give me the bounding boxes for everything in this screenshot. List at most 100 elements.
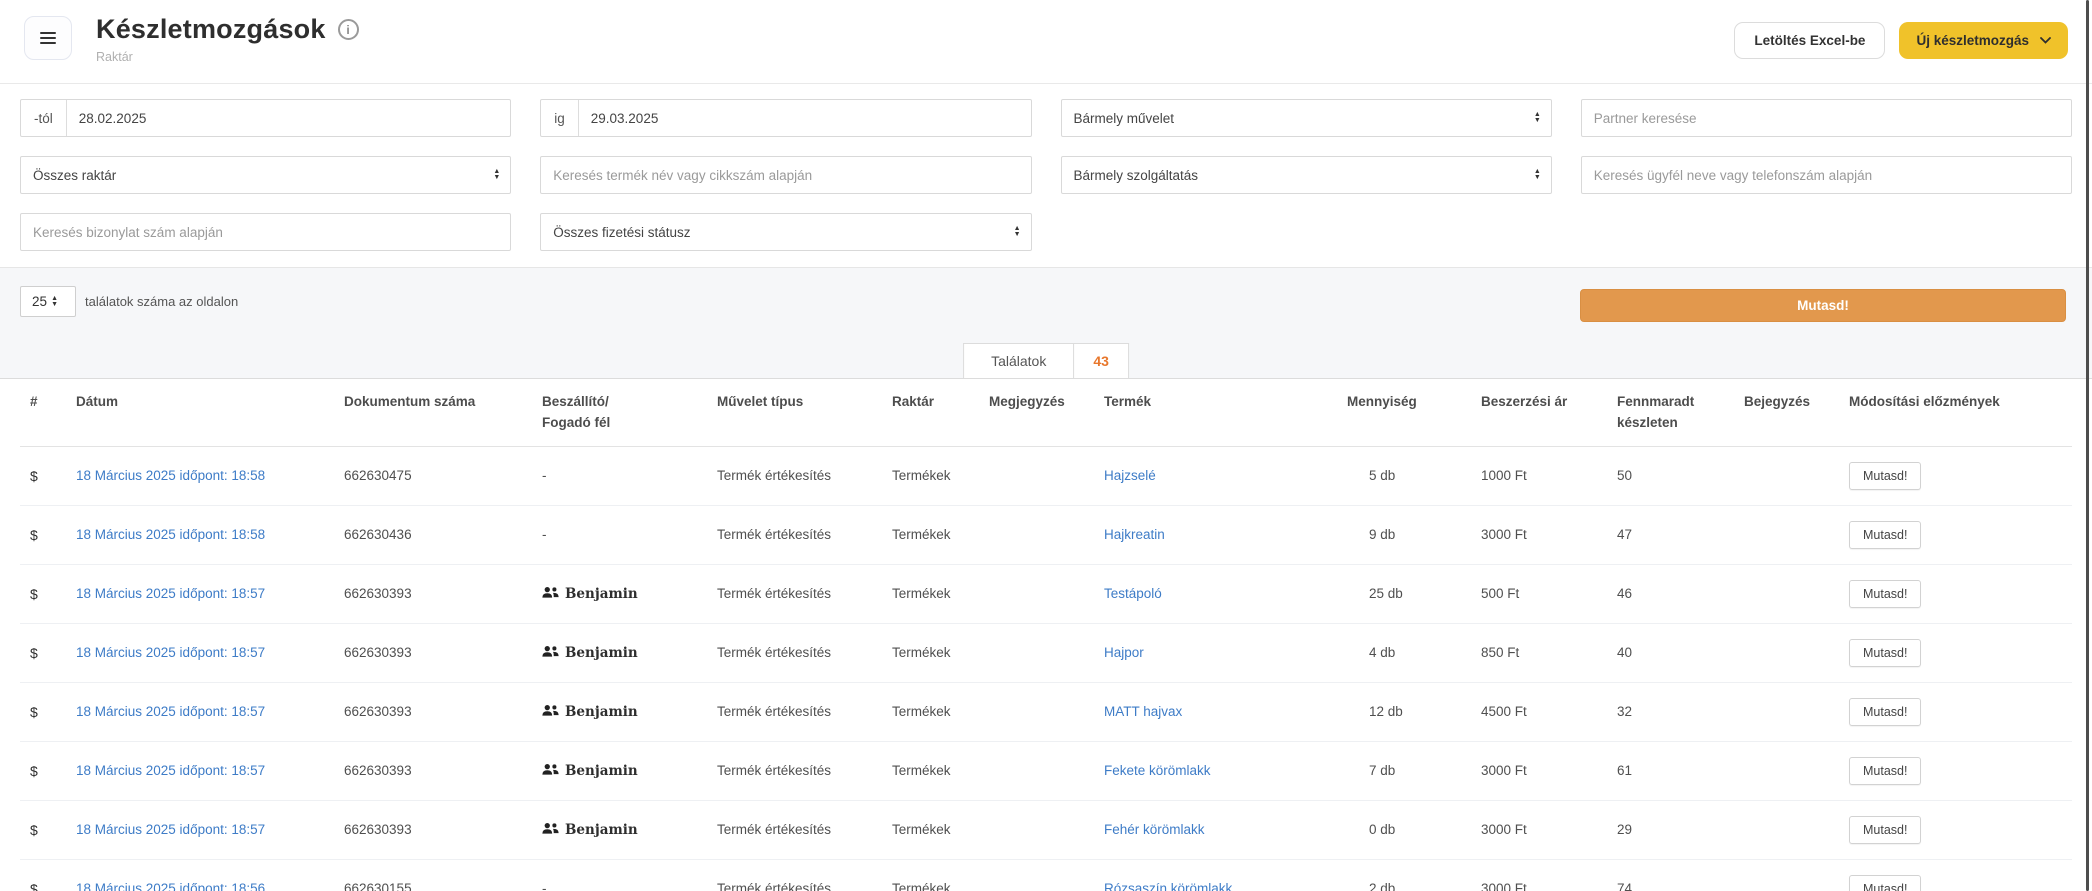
select-arrows-icon: ▲▼: [493, 169, 500, 181]
show-details-button[interactable]: Mutasd!: [1849, 639, 1921, 667]
receipt-search-field[interactable]: [20, 213, 511, 251]
date-link[interactable]: 18 Március 2025 időpont: 18:58: [76, 468, 265, 483]
download-excel-button[interactable]: Letöltés Excel-be: [1734, 22, 1885, 59]
show-details-button[interactable]: Mutasd!: [1849, 757, 1921, 785]
hamburger-icon: [40, 32, 56, 34]
cell-note: [979, 741, 1094, 800]
date-link[interactable]: 18 Március 2025 időpont: 18:57: [76, 645, 265, 660]
info-icon[interactable]: i: [338, 19, 359, 40]
product-link[interactable]: Hajzselé: [1104, 468, 1156, 483]
cell-date: 18 Március 2025 időpont: 18:57: [66, 682, 334, 741]
hamburger-menu-button[interactable]: [24, 16, 72, 60]
dollar-icon: $: [30, 822, 38, 838]
header-actions: Letöltés Excel-be Új készletmozgás: [1734, 22, 2068, 59]
cell-entry: [1734, 859, 1839, 891]
cell-currency: $: [20, 741, 66, 800]
cell-currency: $: [20, 505, 66, 564]
cell-price: 1000 Ft: [1471, 446, 1607, 505]
operation-select[interactable]: Bármely művelet ▲▼: [1061, 99, 1552, 137]
cell-entry: [1734, 800, 1839, 859]
product-search-input[interactable]: [541, 157, 1030, 193]
column-header-4: Beszállító/ Fogadó fél: [532, 379, 707, 446]
cell-currency: $: [20, 623, 66, 682]
cell-price: 4500 Ft: [1471, 682, 1607, 741]
show-results-button[interactable]: Mutasd!: [1580, 289, 2066, 322]
cell-document: 662630393: [334, 741, 532, 800]
receipt-search-input[interactable]: [21, 214, 510, 250]
cell-entry: [1734, 741, 1839, 800]
service-select[interactable]: Bármely szolgáltatás ▲▼: [1061, 156, 1552, 194]
dollar-icon: $: [30, 586, 38, 602]
results-count-badge: 43: [1073, 344, 1128, 378]
client-search-input[interactable]: [1582, 157, 2071, 193]
date-link[interactable]: 18 Március 2025 időpont: 18:56: [76, 881, 265, 891]
date-from-input[interactable]: [67, 100, 510, 136]
client-search-field[interactable]: [1581, 156, 2072, 194]
date-to-field[interactable]: ig: [540, 99, 1031, 137]
cell-operation: Termék értékesítés: [707, 741, 882, 800]
product-link[interactable]: Rózsaszín körömlakk: [1104, 881, 1232, 891]
cell-operation: Termék értékesítés: [707, 682, 882, 741]
product-link[interactable]: Fekete körömlakk: [1104, 763, 1211, 778]
date-link[interactable]: 18 Március 2025 időpont: 18:57: [76, 704, 265, 719]
cell-operation: Termék értékesítés: [707, 800, 882, 859]
product-link[interactable]: Hajkreatin: [1104, 527, 1165, 542]
cell-price: 3000 Ft: [1471, 505, 1607, 564]
column-header-3: Dokumentum száma: [334, 379, 532, 446]
results-strip: 25 ▲▼ találatok száma az oldalon Mutasd!…: [0, 268, 2092, 378]
partner-search-field[interactable]: [1581, 99, 2072, 137]
cell-quantity: 2 db: [1337, 859, 1471, 891]
date-to-label: ig: [541, 100, 579, 136]
cell-document: 662630436: [334, 505, 532, 564]
vertical-scrollbar[interactable]: [2086, 0, 2089, 891]
product-link[interactable]: Testápoló: [1104, 586, 1162, 601]
product-search-field[interactable]: [540, 156, 1031, 194]
cell-price: 3000 Ft: [1471, 859, 1607, 891]
new-stock-movement-button[interactable]: Új készletmozgás: [1899, 22, 2068, 59]
column-header-12: Bejegyzés: [1734, 379, 1839, 446]
show-details-button[interactable]: Mutasd!: [1849, 875, 1921, 891]
warehouse-select[interactable]: Összes raktár ▲▼: [20, 156, 511, 194]
cell-date: 18 Március 2025 időpont: 18:57: [66, 564, 334, 623]
show-details-button[interactable]: Mutasd!: [1849, 698, 1921, 726]
cell-actions: Mutasd!: [1839, 564, 2072, 623]
cell-product: MATT hajvax: [1094, 682, 1337, 741]
cell-actions: Mutasd!: [1839, 800, 2072, 859]
product-link[interactable]: Fehér körömlakk: [1104, 822, 1205, 837]
select-arrows-icon: ▲▼: [1014, 226, 1021, 238]
date-link[interactable]: 18 Március 2025 időpont: 18:57: [76, 586, 265, 601]
date-from-field[interactable]: -tól: [20, 99, 511, 137]
cell-remaining: 61: [1607, 741, 1734, 800]
date-link[interactable]: 18 Március 2025 időpont: 18:57: [76, 822, 265, 837]
cell-operation: Termék értékesítés: [707, 564, 882, 623]
date-link[interactable]: 18 Március 2025 időpont: 18:58: [76, 527, 265, 542]
cell-partner: Benjamin: [532, 741, 707, 800]
product-link[interactable]: Hajpor: [1104, 645, 1144, 660]
column-header-9: Mennyiség: [1337, 379, 1471, 446]
cell-warehouse: Termékek: [882, 741, 979, 800]
cell-partner: Benjamin: [532, 682, 707, 741]
show-details-button[interactable]: Mutasd!: [1849, 816, 1921, 844]
date-link[interactable]: 18 Március 2025 időpont: 18:57: [76, 763, 265, 778]
table-header-row: #DátumDokumentum számaBeszállító/ Fogadó…: [20, 379, 2072, 446]
cell-note: [979, 682, 1094, 741]
cell-warehouse: Termékek: [882, 505, 979, 564]
partner-search-input[interactable]: [1582, 100, 2071, 136]
dollar-icon: $: [30, 468, 38, 484]
show-details-button[interactable]: Mutasd!: [1849, 462, 1921, 490]
show-details-button[interactable]: Mutasd!: [1849, 580, 1921, 608]
payment-status-select[interactable]: Összes fizetési státusz ▲▼: [540, 213, 1031, 251]
breadcrumb: Raktár: [96, 50, 359, 64]
date-to-input[interactable]: [579, 100, 1031, 136]
dollar-icon: $: [30, 763, 38, 779]
page-size-select[interactable]: 25 ▲▼: [20, 286, 76, 317]
dollar-icon: $: [30, 704, 38, 720]
cell-currency: $: [20, 859, 66, 891]
product-link[interactable]: MATT hajvax: [1104, 704, 1182, 719]
cell-partner: -: [532, 505, 707, 564]
results-table-panel: #DátumDokumentum számaBeszállító/ Fogadó…: [0, 378, 2092, 891]
show-details-button[interactable]: Mutasd!: [1849, 521, 1921, 549]
results-tab[interactable]: Találatok 43: [963, 343, 1129, 378]
title-block: Készletmozgások i Raktár: [96, 14, 359, 64]
cell-document: 662630155: [334, 859, 532, 891]
